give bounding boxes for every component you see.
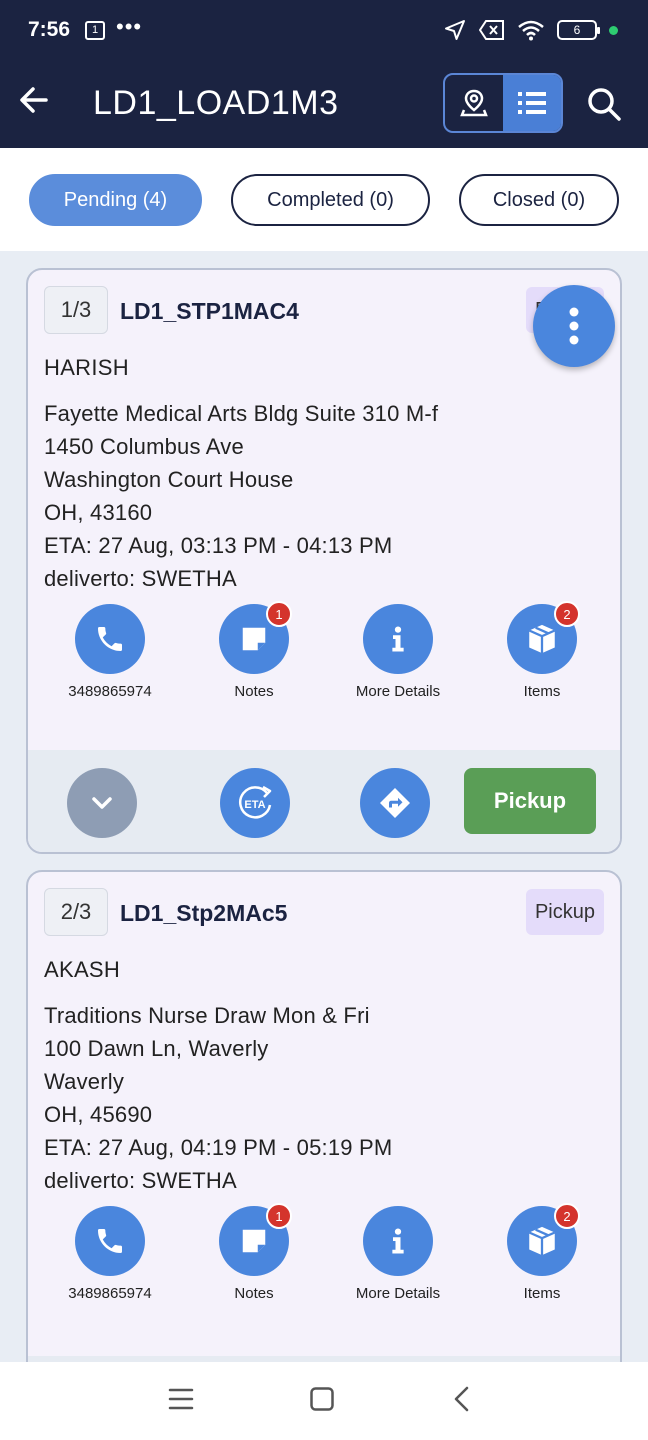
more-details-label: More Details (355, 1285, 441, 1302)
notes-count-badge: 1 (266, 601, 292, 627)
box-icon (528, 624, 556, 654)
eta-line: ETA: 27 Aug, 03:13 PM - 04:13 PM (44, 533, 393, 558)
system-nav-bar (0, 1362, 648, 1440)
items-button[interactable]: 2 (507, 1203, 580, 1276)
status-bar: 7:56 1 ••• 6 (0, 0, 648, 62)
pickup-button[interactable]: Pickup (464, 768, 596, 834)
page-title: LD1_LOAD1M3 (93, 84, 339, 122)
card-footer: ETA Pickup (28, 750, 620, 852)
stop-sequence: 2/3 (44, 888, 108, 936)
address-line: OH, 43160 (44, 500, 153, 525)
stop-actions: 3489865974 1 Notes More Details 2 Items (28, 601, 620, 704)
expand-button[interactable] (67, 768, 137, 838)
address-line: Washington Court House (44, 467, 294, 492)
stop-sequence: 1/3 (44, 286, 108, 334)
status-tabs: Pending (4) Completed (0) Closed (0) (0, 148, 648, 251)
system-icons: 6 (443, 18, 618, 42)
update-eta-button[interactable]: ETA (220, 768, 290, 838)
location-icon (445, 20, 465, 40)
notes-button[interactable]: 1 (219, 601, 292, 674)
items-action[interactable]: 2 Items (472, 1203, 612, 1302)
view-toggle (443, 73, 563, 133)
info-icon (392, 626, 404, 652)
recent-apps-icon[interactable] (167, 1387, 195, 1411)
address-line: OH, 45690 (44, 1102, 153, 1127)
items-label: Items (523, 1285, 561, 1302)
notes-label: Notes (234, 1285, 274, 1302)
call-action[interactable]: 3489865974 (40, 604, 180, 700)
home-icon[interactable] (309, 1386, 335, 1412)
svg-text:ETA: ETA (244, 799, 265, 811)
notes-icon (242, 1229, 266, 1253)
stop-id: LD1_Stp2MAc5 (120, 900, 288, 926)
more-details-button[interactable] (363, 1206, 433, 1276)
more-notifications-icon: ••• (116, 14, 143, 39)
wifi-icon (518, 20, 544, 41)
map-pin-icon (460, 89, 488, 117)
items-count-badge: 2 (554, 1203, 580, 1229)
address-line: Waverly (44, 1069, 125, 1094)
back-arrow-icon[interactable] (18, 84, 50, 116)
phone-icon (98, 1229, 122, 1253)
list-icon (518, 92, 546, 114)
items-count-badge: 2 (554, 601, 580, 627)
phone-number: 3489865974 (68, 1285, 152, 1302)
items-label: Items (523, 683, 561, 700)
stop-actions: 3489865974 1 Notes More Details 2 Items (28, 1203, 620, 1306)
box-icon (528, 1226, 556, 1256)
status-time: 7:56 (28, 18, 71, 41)
notes-action[interactable]: 1 Notes (184, 601, 324, 700)
call-action[interactable]: 3489865974 (40, 1206, 180, 1302)
address-line: Fayette Medical Arts Bldg Suite 310 M-f (44, 401, 439, 426)
eta-icon: ETA (239, 785, 272, 819)
call-button[interactable] (75, 1206, 145, 1276)
eta-line: ETA: 27 Aug, 04:19 PM - 05:19 PM (44, 1135, 393, 1160)
deliver-to-line: deliverto: SWETHA (44, 566, 237, 591)
tab-closed[interactable]: Closed (0) (459, 174, 619, 226)
notes-icon (242, 627, 266, 651)
address-line: 100 Dawn Ln, Waverly (44, 1036, 269, 1061)
stop-address: Fayette Medical Arts Bldg Suite 310 M-f … (44, 397, 438, 595)
calendar-icon: 1 (85, 21, 105, 40)
call-button[interactable] (75, 604, 145, 674)
address-line: Traditions Nurse Draw Mon & Fri (44, 1003, 370, 1028)
items-button[interactable]: 2 (507, 601, 580, 674)
stop-card: 1/3 LD1_STP1MAC4 Pickup HARISH Fayette M… (26, 268, 622, 854)
directions-icon (380, 788, 410, 818)
status-dot (609, 25, 618, 35)
phone-icon (98, 627, 122, 651)
stop-card: 2/3 LD1_Stp2MAc5 Pickup AKASH Traditions… (26, 870, 622, 1390)
details-action[interactable]: More Details (328, 604, 468, 700)
notes-count-badge: 1 (266, 1203, 292, 1229)
phone-number: 3489865974 (68, 683, 152, 700)
list-view-button[interactable] (503, 75, 561, 131)
back-nav-icon[interactable] (451, 1385, 471, 1413)
more-details-button[interactable] (363, 604, 433, 674)
notes-action[interactable]: 1 Notes (184, 1203, 324, 1302)
address-line: 1450 Columbus Ave (44, 434, 244, 459)
stop-address: Traditions Nurse Draw Mon & Fri 100 Dawn… (44, 999, 392, 1197)
notes-label: Notes (234, 683, 274, 700)
stop-id: LD1_STP1MAC4 (120, 298, 299, 324)
map-view-button[interactable] (445, 75, 503, 131)
stop-type-badge: Pickup (525, 889, 604, 935)
battery-icon: 6 (557, 20, 600, 40)
chevron-down-icon (92, 797, 112, 809)
tab-pending[interactable]: Pending (4) (29, 174, 202, 226)
no-sim-icon (479, 20, 504, 40)
contact-name: HARISH (44, 355, 129, 380)
app-header: LD1_LOAD1M3 (0, 62, 648, 148)
deliver-to-line: deliverto: SWETHA (44, 1168, 237, 1193)
more-options-button[interactable] (533, 285, 615, 367)
notes-button[interactable]: 1 (219, 1203, 292, 1276)
more-details-label: More Details (355, 683, 441, 700)
details-action[interactable]: More Details (328, 1206, 468, 1302)
search-icon[interactable] (586, 86, 622, 122)
info-icon (392, 1228, 404, 1254)
contact-name: AKASH (44, 957, 121, 982)
items-action[interactable]: 2 Items (472, 601, 612, 700)
directions-button[interactable] (360, 768, 430, 838)
more-vertical-icon (569, 307, 579, 345)
tab-completed[interactable]: Completed (0) (231, 174, 430, 226)
